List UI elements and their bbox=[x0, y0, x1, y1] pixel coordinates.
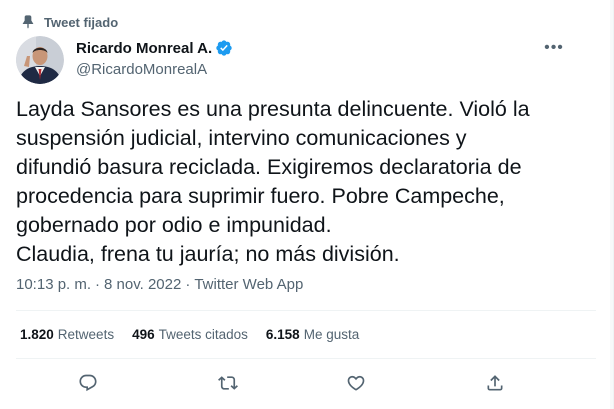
tweet-text-line: procedencia para suprimir fuero. Pobre C… bbox=[16, 184, 505, 208]
retweet-icon bbox=[218, 376, 238, 390]
tweet-stats: 1.820 Retweets 496 Tweets citados 6.158 … bbox=[20, 327, 377, 342]
tweet-text-line: gobernado por odio e impunidad. bbox=[16, 213, 332, 237]
tweet-time[interactable]: 10:13 p. m. bbox=[16, 276, 91, 293]
author-handle[interactable]: @RicardoMonrealA bbox=[76, 61, 233, 78]
tweet-text: Layda Sansores es una presunta delincuen… bbox=[16, 95, 601, 269]
likes-count: 6.158 bbox=[265, 327, 300, 342]
reply-icon bbox=[79, 374, 97, 392]
pinned-indicator: Tweet fijado bbox=[20, 13, 118, 31]
meta-separator: · bbox=[95, 276, 101, 293]
retweets-count: 1.820 bbox=[20, 327, 54, 342]
author-block[interactable]: Ricardo Monreal A. @RicardoMonrealA bbox=[76, 38, 233, 78]
quotes-stat[interactable]: 496 Tweets citados bbox=[132, 327, 248, 342]
tweet-metadata: 10:13 p. m. · 8 nov. 2022 · Twitter Web … bbox=[16, 276, 303, 293]
pinned-label: Tweet fijado bbox=[44, 14, 119, 30]
tweet-source[interactable]: Twitter Web App bbox=[194, 276, 303, 293]
divider bbox=[16, 310, 596, 311]
tweet-actions bbox=[0, 368, 614, 398]
divider bbox=[16, 358, 596, 359]
share-button[interactable] bbox=[484, 372, 506, 394]
author-name[interactable]: Ricardo Monreal A. bbox=[76, 40, 212, 57]
like-icon bbox=[347, 375, 365, 391]
tweet-text-line: Layda Sansores es una presunta delincuen… bbox=[16, 97, 530, 121]
likes-stat[interactable]: 6.158 Me gusta bbox=[266, 327, 359, 342]
more-icon: ••• bbox=[544, 39, 564, 56]
avatar[interactable] bbox=[16, 36, 64, 84]
verified-badge-icon bbox=[215, 39, 233, 57]
pin-icon bbox=[20, 14, 36, 30]
more-options-button[interactable]: ••• bbox=[540, 38, 568, 58]
reply-button[interactable] bbox=[77, 372, 99, 394]
retweet-button[interactable] bbox=[217, 372, 239, 394]
share-icon bbox=[487, 375, 503, 391]
quotes-count: 496 bbox=[132, 327, 155, 342]
tweet-text-line: difundió basura reciclada. Exigiremos de… bbox=[16, 155, 522, 179]
retweets-label: Retweets bbox=[57, 327, 115, 342]
tweet-text-line: Claudia, frena tu jauría; no más divisió… bbox=[16, 242, 400, 266]
like-button[interactable] bbox=[345, 372, 367, 394]
likes-label: Me gusta bbox=[303, 327, 360, 342]
quotes-label: Tweets citados bbox=[158, 327, 248, 342]
meta-separator: · bbox=[185, 276, 191, 293]
tweet-date[interactable]: 8 nov. 2022 bbox=[104, 276, 181, 293]
tweet-text-line: suspensión judicial, intervino comunicac… bbox=[16, 126, 467, 150]
retweets-stat[interactable]: 1.820 Retweets bbox=[20, 327, 114, 342]
